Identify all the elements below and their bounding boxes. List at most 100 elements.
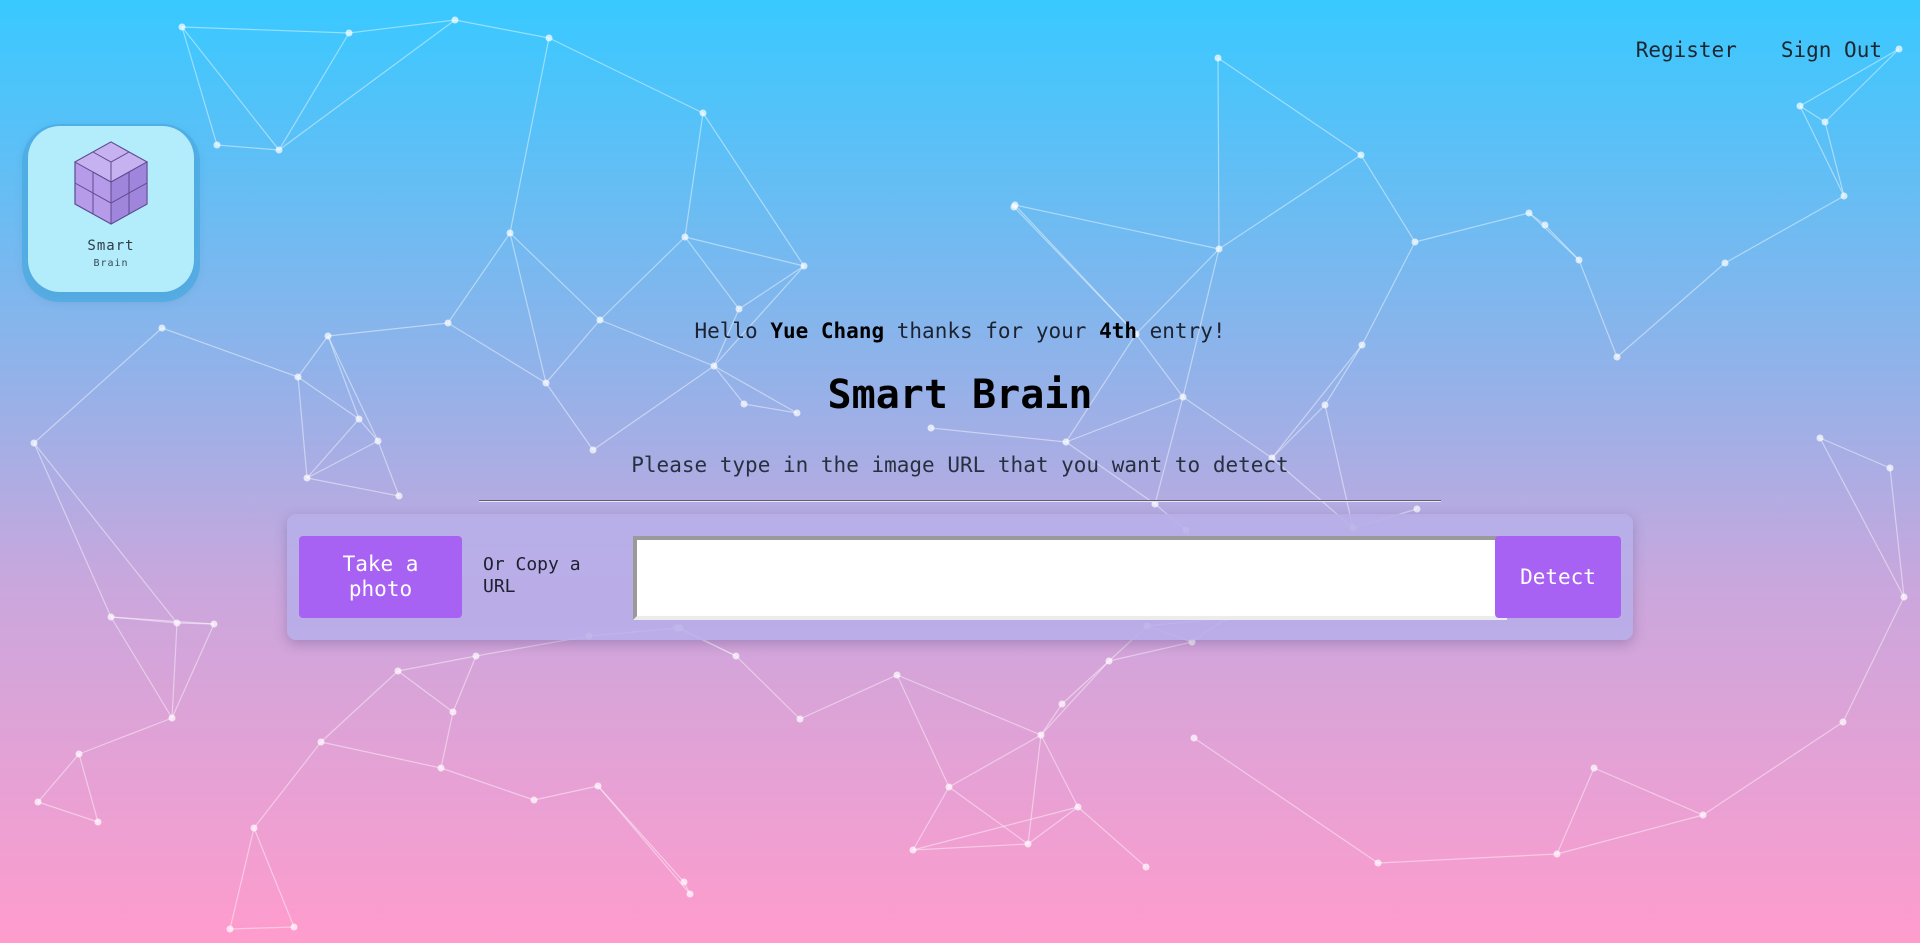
particle-link bbox=[440, 711, 454, 769]
particle-link bbox=[896, 674, 950, 788]
particle-link bbox=[1414, 212, 1530, 243]
particle-dot bbox=[345, 29, 353, 37]
particle-dot bbox=[1613, 353, 1621, 361]
particle-dot bbox=[226, 925, 234, 933]
particle-dot bbox=[681, 233, 689, 241]
divider bbox=[479, 500, 1441, 502]
particle-dot bbox=[732, 652, 740, 660]
particle-dot bbox=[945, 783, 953, 791]
particle-dot bbox=[796, 715, 804, 723]
particle-link bbox=[1027, 806, 1079, 845]
particle-link bbox=[1108, 641, 1193, 662]
particle-link bbox=[1014, 204, 1220, 250]
particle-link bbox=[735, 655, 801, 720]
particle-dot bbox=[1895, 45, 1903, 53]
particle-dot bbox=[927, 424, 935, 432]
particle-dot bbox=[1840, 192, 1848, 200]
particle-link bbox=[799, 674, 898, 720]
particle-link bbox=[684, 112, 704, 238]
particle-dot bbox=[1900, 593, 1908, 601]
particle-link bbox=[181, 26, 280, 151]
particle-dot bbox=[449, 708, 457, 716]
sign-out-link[interactable]: Sign Out bbox=[1781, 38, 1882, 62]
particle-dot bbox=[1190, 734, 1198, 742]
particle-link bbox=[1377, 853, 1558, 864]
particle-dot bbox=[686, 890, 694, 898]
particle-dot bbox=[680, 878, 688, 886]
particle-link bbox=[110, 616, 215, 625]
particle-link bbox=[1013, 206, 1137, 335]
greeting-middle: thanks for your bbox=[884, 319, 1100, 343]
particle-link bbox=[1217, 57, 1220, 250]
particle-dot bbox=[168, 714, 176, 722]
particle-dot bbox=[893, 671, 901, 679]
particle-link bbox=[533, 785, 599, 801]
particle-dot bbox=[800, 262, 808, 270]
particle-dot bbox=[210, 620, 218, 628]
detect-button[interactable]: Detect bbox=[1495, 536, 1621, 618]
particle-link bbox=[1218, 154, 1362, 250]
particle-link bbox=[320, 670, 399, 743]
particle-dot bbox=[394, 667, 402, 675]
particle-dot bbox=[173, 619, 181, 627]
particle-link bbox=[253, 741, 322, 829]
particle-link bbox=[1040, 703, 1063, 736]
particle-link bbox=[948, 734, 1042, 788]
particle-link bbox=[1824, 121, 1845, 197]
particle-link bbox=[509, 232, 601, 321]
particle-dot bbox=[213, 141, 221, 149]
particle-dot bbox=[451, 16, 459, 24]
particle-link bbox=[447, 232, 511, 324]
user-name: Yue Chang bbox=[770, 319, 885, 343]
particle-link bbox=[1217, 57, 1362, 156]
particle-link bbox=[713, 265, 805, 367]
particle-link bbox=[454, 19, 550, 39]
logo-subtitle: Brain bbox=[93, 258, 129, 269]
particle-dot bbox=[699, 109, 707, 117]
logo[interactable]: Smart Brain bbox=[28, 126, 194, 292]
particle-dot bbox=[506, 229, 514, 237]
particle-link bbox=[110, 616, 173, 719]
page-title: Smart Brain bbox=[827, 372, 1093, 418]
particle-link bbox=[1556, 814, 1704, 855]
particle-link bbox=[320, 741, 442, 769]
particle-dot bbox=[1816, 434, 1824, 442]
particle-dot bbox=[594, 782, 602, 790]
particle-link bbox=[1889, 467, 1905, 598]
particle-dot bbox=[1062, 438, 1070, 446]
page-instruction: Please type in the image URL that you wa… bbox=[631, 453, 1289, 477]
particle-link bbox=[440, 767, 535, 801]
particle-dot bbox=[107, 613, 115, 621]
particle-link bbox=[548, 37, 704, 114]
particle-link bbox=[1040, 734, 1079, 808]
particle-link bbox=[78, 753, 99, 823]
particle-dot bbox=[317, 738, 325, 746]
particle-link bbox=[930, 427, 1067, 443]
particle-link bbox=[452, 655, 477, 713]
particle-link bbox=[1061, 660, 1110, 705]
particle-dot bbox=[34, 798, 42, 806]
particle-dot bbox=[1575, 256, 1583, 264]
logo-title: Smart bbox=[87, 238, 135, 254]
particle-dot bbox=[735, 305, 743, 313]
particle-link bbox=[1556, 767, 1595, 855]
url-form-panel: Take a photo Or Copy a URL Detect bbox=[287, 514, 1633, 640]
particle-dot bbox=[472, 652, 480, 660]
particle-dot bbox=[1215, 245, 1223, 253]
particle-dot bbox=[1553, 850, 1561, 858]
particle-link bbox=[278, 19, 456, 151]
particle-dot bbox=[1037, 731, 1045, 739]
url-input[interactable] bbox=[633, 536, 1507, 620]
particle-link bbox=[78, 717, 173, 755]
particle-link bbox=[1544, 224, 1580, 261]
particle-dot bbox=[1411, 238, 1419, 246]
top-nav: Register Sign Out bbox=[1636, 38, 1882, 62]
particle-dot bbox=[1010, 203, 1018, 211]
particle-dot bbox=[530, 796, 538, 804]
particle-dot bbox=[250, 824, 258, 832]
take-photo-button[interactable]: Take a photo bbox=[299, 536, 462, 618]
particle-dot bbox=[290, 923, 298, 931]
particle-dot bbox=[1374, 859, 1382, 867]
register-link[interactable]: Register bbox=[1636, 38, 1737, 62]
particle-link bbox=[181, 26, 350, 34]
